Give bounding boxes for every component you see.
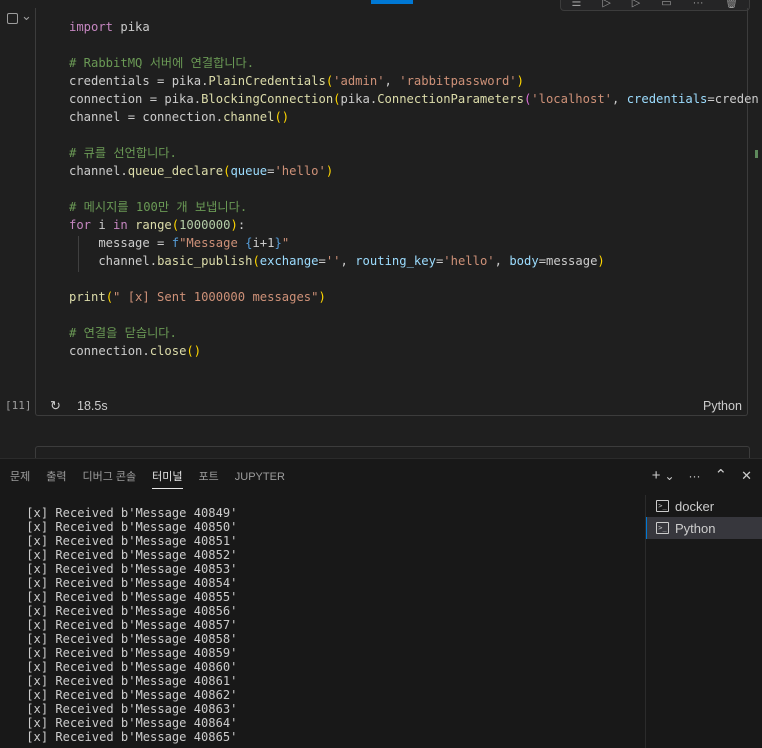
terminal-line: [x] Received b'Message 40864' <box>19 716 238 730</box>
code-line: channel.queue_declare(queue='hello') <box>69 164 334 178</box>
run-by-line-icon[interactable]: ☰ <box>571 0 581 9</box>
split-cell-icon[interactable]: ▭ <box>661 0 671 9</box>
code-line: for i in range(1000000): <box>69 218 246 232</box>
code-line: print(" [x] Sent 1000000 messages") <box>69 290 326 304</box>
terminal-line: [x] Received b'Message 40857' <box>19 618 238 632</box>
terminal-line: [x] Received b'Message 40851' <box>19 534 238 548</box>
code-line: # RabbitMQ 서버에 연결합니다. <box>69 56 255 70</box>
tab-terminal[interactable]: 터미널 <box>152 459 183 495</box>
terminal-line: [x] Received b'Message 40863' <box>19 702 238 716</box>
code-line: # 큐를 선언합니다. <box>69 146 177 160</box>
terminal-line: [x] Received b'Message 40853' <box>19 562 238 576</box>
tab-jupyter[interactable]: JUPYTER <box>235 459 285 495</box>
code-line: connection.close() <box>69 344 202 358</box>
more-actions-icon[interactable]: ··· <box>693 0 704 9</box>
tab-ports[interactable]: 포트 <box>199 459 219 495</box>
panel-actions: + ⌄ ··· ⌃ ✕ <box>652 467 752 485</box>
execute-below-icon[interactable]: ▷ <box>632 0 640 9</box>
terminal-output[interactable]: [x] Received b'Message 40849' [x] Receiv… <box>19 506 237 744</box>
delete-cell-icon[interactable]: 🗑 <box>725 0 739 9</box>
code-editor[interactable]: import pika # RabbitMQ 서버에 연결합니다. credenti… <box>69 18 759 360</box>
terminal-line: [x] Received b'Message 40856' <box>19 604 238 618</box>
scrollbar-marker <box>755 150 758 158</box>
terminal-line: [x] Received b'Message 40854' <box>19 576 238 590</box>
bottom-panel: 문제 출력 디버그 콘솔 터미널 포트 JUPYTER + ⌄ ··· ⌃ ✕ … <box>0 458 762 748</box>
notebook-editor: ☰ ▷ ▷ ▭ ··· 🗑 ⌄ import pika # RabbitMQ 서버… <box>0 0 762 458</box>
code-line: # 메시지를 100만 개 보냅니다. <box>69 200 248 214</box>
execution-time: 18.5s <box>77 399 108 413</box>
terminal-line: [x] Received b'Message 40859' <box>19 646 238 660</box>
terminal-line: [x] Received b'Message 40861' <box>19 674 238 688</box>
terminal-list: >_ docker >_ Python <box>645 495 762 748</box>
terminal-line: [x] Received b'Message 40858' <box>19 632 238 646</box>
terminal-item-python[interactable]: >_ Python <box>646 517 762 539</box>
code-line: connection = pika.BlockingConnection(pik… <box>69 92 759 106</box>
terminal-line: [x] Received b'Message 40860' <box>19 660 238 674</box>
terminal-line: [x] Received b'Message 40850' <box>19 520 238 534</box>
maximize-panel-icon[interactable]: ⌃ <box>715 467 728 485</box>
panel-tabs: 문제 출력 디버그 콘솔 터미널 포트 JUPYTER <box>0 459 291 495</box>
code-line: import pika <box>69 20 150 34</box>
chevron-down-icon[interactable]: ⌄ <box>664 467 674 485</box>
tab-problems[interactable]: 문제 <box>10 459 30 495</box>
execution-count: [11] <box>5 399 32 412</box>
terminal-icon: >_ <box>656 522 669 534</box>
cell-select-checkbox[interactable] <box>7 13 18 24</box>
terminal-item-label: docker <box>675 498 715 514</box>
execute-above-icon[interactable]: ▷ <box>602 0 610 9</box>
tab-output[interactable]: 출력 <box>46 459 66 495</box>
code-line: channel.basic_publish(exchange='', routi… <box>69 254 605 268</box>
terminal-line: [x] Received b'Message 40855' <box>19 590 238 604</box>
refresh-icon: ↻ <box>50 398 61 413</box>
terminal-line: [x] Received b'Message 40849' <box>19 506 238 520</box>
terminal-line: [x] Received b'Message 40865' <box>19 730 238 744</box>
terminal-icon: >_ <box>656 500 669 512</box>
chevron-down-icon[interactable]: ⌄ <box>21 8 32 24</box>
code-line: message = f"Message {i+1}" <box>69 236 290 250</box>
cell-language-button[interactable]: Python <box>703 399 742 413</box>
terminal-line: [x] Received b'Message 40862' <box>19 688 238 702</box>
active-tab-indicator <box>371 0 413 4</box>
next-cell[interactable] <box>35 446 750 458</box>
add-terminal-icon[interactable]: + <box>652 467 661 485</box>
more-icon[interactable]: ··· <box>689 467 701 485</box>
terminal-item-docker[interactable]: >_ docker <box>646 495 762 517</box>
terminal-item-label: Python <box>675 520 716 536</box>
terminal-line: [x] Received b'Message 40852' <box>19 548 238 562</box>
close-icon[interactable]: ✕ <box>741 467 752 485</box>
code-line: # 연결을 닫습니다. <box>69 326 177 340</box>
code-line: channel = connection.channel() <box>69 110 290 124</box>
tab-debug-console[interactable]: 디버그 콘솔 <box>83 459 137 495</box>
code-line: credentials = pika.PlainCredentials('adm… <box>69 74 524 88</box>
